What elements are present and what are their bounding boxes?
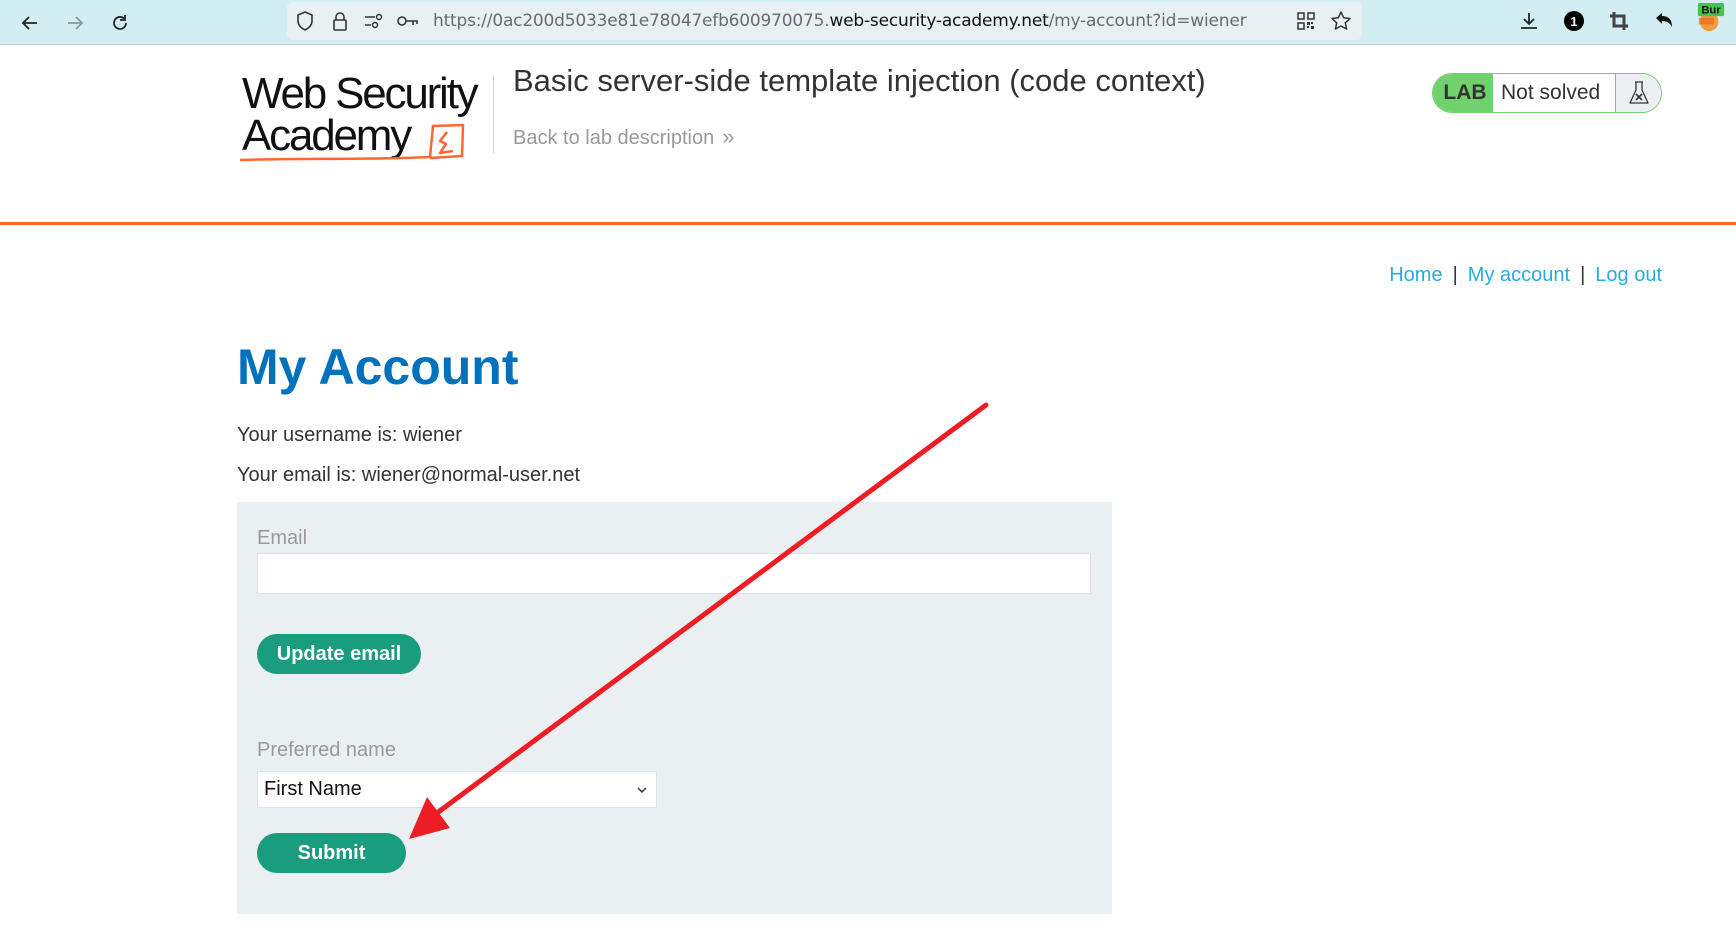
- nav-separator: |: [1580, 264, 1586, 286]
- shield-icon[interactable]: [292, 8, 318, 34]
- web-security-academy-logo[interactable]: Web Security Academy: [240, 68, 490, 164]
- lab-title: Basic server-side template injection (co…: [513, 63, 1206, 98]
- burp-extension-icon: Bur: [1697, 2, 1725, 32]
- url-path: /my-account?id=wiener: [1048, 11, 1247, 31]
- nav-log-out-link[interactable]: Log out: [1595, 264, 1662, 286]
- email-label: Email: [257, 527, 308, 549]
- double-chevron-right-icon: »: [722, 124, 735, 149]
- nav-separator: |: [1452, 264, 1458, 286]
- back-to-lab-description-link[interactable]: Back to lab description »: [513, 124, 734, 150]
- crop-icon: [1610, 12, 1628, 30]
- notification-count: 1: [1570, 14, 1577, 29]
- star-icon[interactable]: [1328, 8, 1354, 34]
- preferred-name-select[interactable]: First Name: [257, 771, 657, 808]
- url-prefix: https://0ac200d5033e81e78047efb600970075…: [433, 11, 830, 31]
- address-bar[interactable]: https://0ac200d5033e81e78047efb600970075…: [287, 2, 1362, 40]
- header-divider: [493, 75, 494, 153]
- burp-extension-button[interactable]: Bur: [1696, 2, 1726, 32]
- chevron-down-icon: [636, 779, 648, 806]
- lab-tag: LAB: [1433, 74, 1493, 112]
- lab-status-badge: LAB Not solved: [1432, 73, 1662, 113]
- undo-button[interactable]: [1649, 6, 1679, 36]
- undo-icon: [1656, 13, 1672, 27]
- email-text: Your email is: wiener@normal-user.net: [237, 464, 581, 486]
- top-navigation: Home | My account | Log out: [1389, 264, 1662, 287]
- nav-home-link[interactable]: Home: [1389, 264, 1442, 286]
- submit-button[interactable]: Submit: [257, 833, 406, 873]
- lab-flask-button[interactable]: [1616, 74, 1661, 112]
- lab-status-text: Not solved: [1493, 74, 1616, 112]
- notification-badge-icon: 1: [1564, 11, 1584, 31]
- header-separator: [0, 222, 1736, 225]
- preferred-name-label: Preferred name: [257, 739, 396, 761]
- notification-button[interactable]: 1: [1559, 6, 1589, 36]
- page-title: My Account: [237, 339, 519, 395]
- lock-icon[interactable]: [327, 8, 353, 34]
- nav-my-account-link[interactable]: My account: [1468, 264, 1570, 286]
- url-host: web-security-academy.net: [829, 11, 1049, 31]
- account-form-panel: Email Update email Preferred name First …: [237, 502, 1112, 914]
- download-button[interactable]: [1514, 6, 1544, 36]
- preferred-name-selected-value: First Name: [264, 778, 362, 800]
- extension-label: Bur: [1701, 4, 1721, 16]
- update-email-button[interactable]: Update email: [257, 634, 421, 674]
- reload-icon: [113, 15, 127, 30]
- logo-lightning-icon: [240, 123, 465, 162]
- crop-button[interactable]: [1604, 6, 1634, 36]
- url-text[interactable]: https://0ac200d5033e81e78047efb600970075…: [433, 11, 1247, 31]
- username-text: Your username is: wiener: [237, 424, 462, 446]
- reload-button[interactable]: [105, 8, 135, 38]
- flask-icon: [1628, 81, 1649, 104]
- forward-button[interactable]: [60, 8, 90, 38]
- permissions-icon[interactable]: [361, 8, 387, 34]
- back-link-label: Back to lab description: [513, 127, 715, 149]
- browser-toolbar: https://0ac200d5033e81e78047efb600970075…: [0, 0, 1736, 45]
- back-button[interactable]: [15, 8, 45, 38]
- forward-arrow-icon: [68, 16, 84, 30]
- back-arrow-icon: [21, 16, 37, 30]
- email-input[interactable]: [257, 553, 1091, 594]
- key-icon[interactable]: [395, 8, 421, 34]
- qr-code-icon[interactable]: [1293, 8, 1319, 34]
- download-icon: [1521, 13, 1537, 29]
